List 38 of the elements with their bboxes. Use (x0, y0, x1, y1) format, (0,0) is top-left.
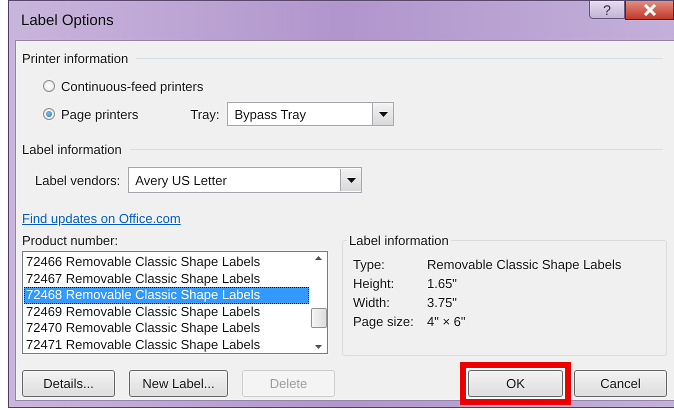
info-value: Removable Classic Shape Labels (427, 257, 622, 272)
list-item[interactable]: 72467 Removable Classic Shape Labels (24, 270, 309, 287)
tray-label: Tray: (190, 106, 220, 122)
vendors-label: Label vendors: (35, 172, 120, 188)
scroll-up-icon[interactable] (315, 256, 322, 260)
help-button[interactable]: ? (589, 1, 625, 19)
list-item[interactable]: 72466 Removable Classic Shape Labels (24, 254, 309, 270)
info-value: 1.65" (427, 276, 458, 291)
scroll-down-icon[interactable] (315, 345, 322, 349)
section-heading: Label information (22, 142, 122, 157)
window-title: Label Options (21, 12, 114, 29)
info-label: Type: (353, 257, 386, 272)
info-value: 3.75" (427, 295, 458, 310)
list-item[interactable]: 72470 Removable Classic Shape Labels (24, 320, 309, 336)
dialog-button[interactable]: New Label... (129, 370, 228, 397)
info-label: Page size: (353, 314, 415, 329)
panel-heading: Label information (347, 233, 451, 248)
scroll-thumb[interactable] (310, 308, 326, 328)
list-item[interactable]: 72471 Removable Classic Shape Labels (24, 336, 309, 353)
dialog-button[interactable]: Cancel (574, 370, 667, 397)
product-list[interactable] (22, 251, 328, 354)
dialog-button[interactable]: OK (468, 370, 563, 397)
tray-dropdown[interactable]: Bypass Tray (227, 102, 394, 126)
info-label: Width: (353, 295, 391, 310)
info-value: 4" × 6" (427, 314, 467, 329)
list-item[interactable]: 72469 Removable Classic Shape Labels (24, 304, 309, 320)
radio-button[interactable]: Continuous-feed printers (43, 78, 204, 94)
product-number-label: Product number: (22, 233, 120, 248)
close-button[interactable] (625, 1, 674, 20)
dropdown-arrow-icon (346, 178, 356, 182)
find-updates-link[interactable]: Find updates on Office.com (22, 211, 181, 226)
info-label: Height: (353, 276, 396, 291)
section-heading: Printer information (22, 51, 128, 66)
vendors-dropdown[interactable]: Avery US Letter (128, 167, 362, 193)
dropdown-arrow-icon (378, 112, 388, 116)
dialog-button[interactable]: Details... (22, 370, 116, 397)
radio-button[interactable]: Page printers (43, 106, 138, 122)
close-icon (642, 4, 656, 16)
